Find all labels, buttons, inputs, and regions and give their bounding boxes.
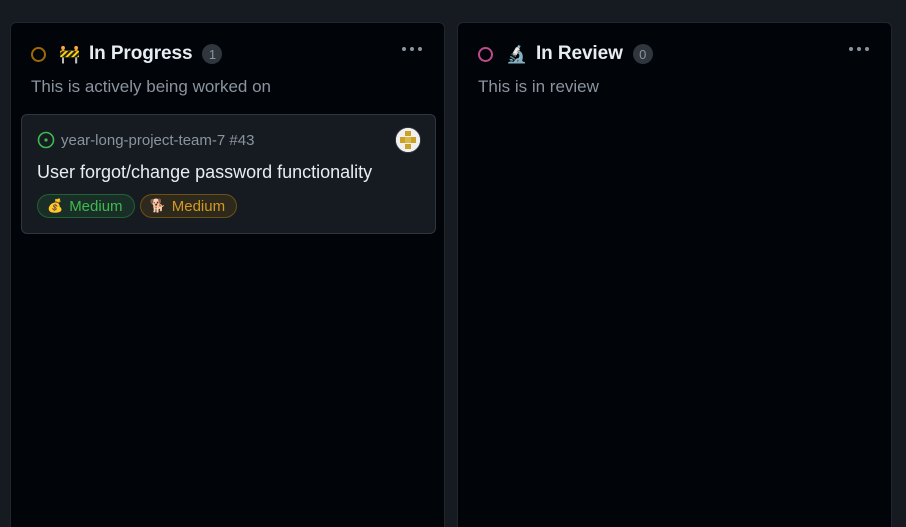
microscope-emoji-icon: 🔬 <box>506 44 528 64</box>
column-in-progress: 🚧 In Progress 1 This is actively being w… <box>10 22 445 527</box>
kebab-horizontal-icon <box>849 47 853 51</box>
construction-emoji-icon: 🚧 <box>59 44 81 64</box>
project-board: 🚧 In Progress 1 This is actively being w… <box>0 0 906 527</box>
card-title[interactable]: User forgot/change password functionalit… <box>37 162 372 183</box>
card-labels: 💰 Medium 🐕 Medium <box>37 194 238 218</box>
issue-opened-icon <box>37 131 55 149</box>
column-menu-button[interactable] <box>396 36 428 62</box>
money-emoji-icon: 💰 <box>47 198 64 213</box>
label-text: Medium <box>171 197 226 215</box>
column-title: In Progress <box>89 43 193 64</box>
identicon-icon <box>396 128 420 152</box>
column-in-review: 🔬 In Review 0 This is in review <box>457 22 892 527</box>
column-header: 🔬 In Review 0 <box>478 42 871 66</box>
kebab-horizontal-icon <box>402 47 406 51</box>
column-menu-button[interactable] <box>843 36 875 62</box>
item-count-badge: 0 <box>632 44 653 64</box>
label-text: Medium <box>69 197 123 215</box>
card-meta: year-long-project-team-7 #43 <box>37 131 254 149</box>
dog-emoji-icon: 🐕 <box>149 198 166 213</box>
status-circle-icon <box>31 46 46 62</box>
priority-label[interactable]: 💰 Medium <box>37 194 135 218</box>
item-count-badge: 1 <box>202 44 223 64</box>
column-title: In Review <box>536 43 623 64</box>
size-label[interactable]: 🐕 Medium <box>139 194 238 218</box>
card-repo-link[interactable]: year-long-project-team-7 #43 <box>61 132 254 149</box>
assignee-avatar[interactable] <box>395 127 421 153</box>
status-circle-icon <box>478 46 493 62</box>
column-description: This is in review <box>478 77 599 96</box>
column-description: This is actively being worked on <box>31 77 272 96</box>
column-header: 🚧 In Progress 1 <box>31 42 424 66</box>
issue-card[interactable]: year-long-project-team-7 #43 User forgot… <box>21 114 436 234</box>
